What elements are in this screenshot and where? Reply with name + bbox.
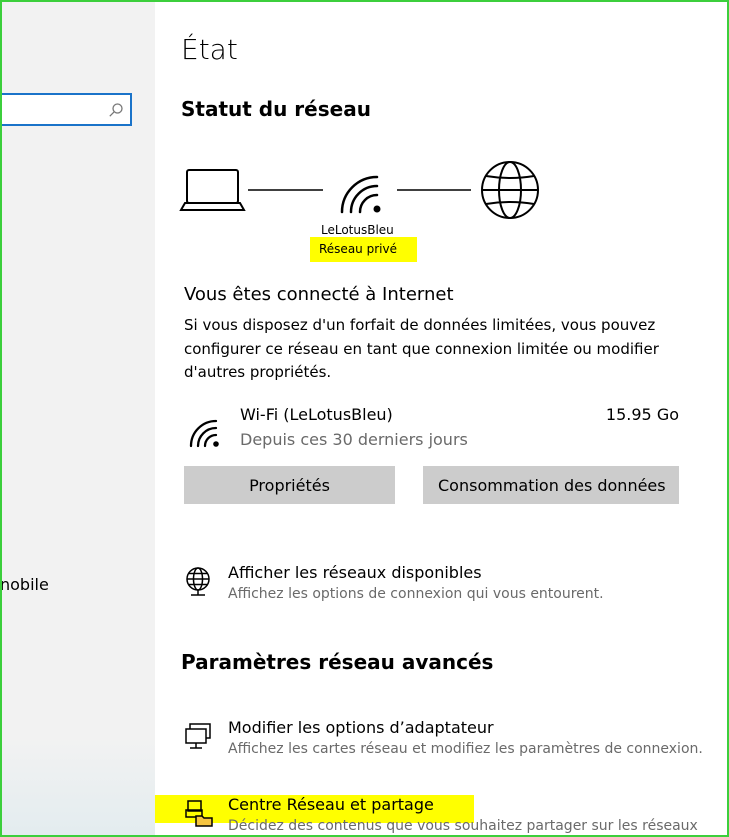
adapter-options-desc: Affichez les cartes réseau et modifiez l… <box>228 741 703 757</box>
properties-button[interactable]: Propriétés <box>184 466 395 504</box>
network-diagram <box>179 161 539 219</box>
connection-status-description: Si vous disposez d'un forfait de données… <box>184 316 659 381</box>
section-title-network-status: Statut du réseau <box>181 97 371 121</box>
data-usage-period: Depuis ces 30 derniers jours <box>240 430 468 449</box>
main-content: État Statut du réseau LeLotusBleu Réseau… <box>155 0 729 837</box>
wifi-icon <box>340 175 381 214</box>
globe-icon <box>481 161 539 219</box>
adapter-options-title: Modifier les options d’adaptateur <box>228 718 494 737</box>
show-networks-title: Afficher les réseaux disponibles <box>228 563 482 582</box>
network-adapter-icon <box>185 723 211 749</box>
network-type-badge: Réseau privé <box>310 237 417 262</box>
show-networks-desc: Affichez les options de connexion qui vo… <box>228 586 604 602</box>
data-usage-button[interactable]: Consommation des données <box>423 466 679 504</box>
page-title: État <box>181 33 238 66</box>
network-name: LeLotusBleu <box>321 223 394 237</box>
connection-status-title: Vous êtes connecté à Internet <box>184 284 454 305</box>
data-usage-amount: 15.95 Go <box>605 405 679 424</box>
sidebar: nobile <box>0 0 155 837</box>
sharing-center-title: Centre Réseau et partage <box>228 795 434 814</box>
sharing-center-icon <box>185 800 213 827</box>
sharing-center-desc: Décidez des contenus que vous souhaitez … <box>228 818 698 834</box>
network-globe-icon <box>186 567 210 596</box>
laptop-icon <box>179 169 246 211</box>
adapter-name: Wi-Fi (LeLotusBleu) <box>240 405 393 424</box>
sidebar-item-mobile[interactable]: nobile <box>0 575 49 594</box>
section-title-advanced: Paramètres réseau avancés <box>181 650 494 674</box>
search-icon <box>109 103 123 117</box>
search-input[interactable] <box>0 93 132 126</box>
wifi-signal-icon <box>189 419 219 448</box>
